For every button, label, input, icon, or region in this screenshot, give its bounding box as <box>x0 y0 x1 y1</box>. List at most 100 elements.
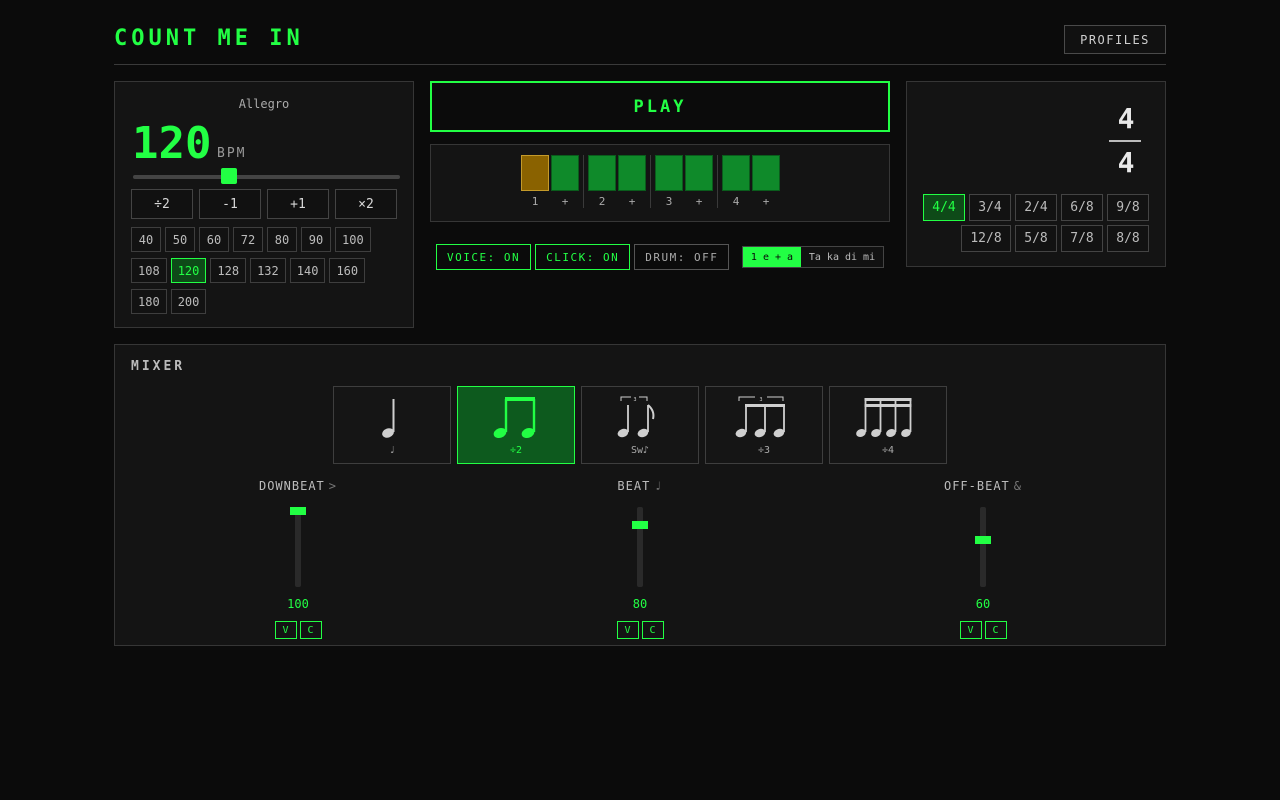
channel-offbeat-label: OFF-BEAT & <box>943 479 1023 493</box>
tempo-preset-100[interactable]: 100 <box>335 227 371 252</box>
subdivision-quarter-label: ♩ <box>388 444 396 456</box>
tempo-slider-thumb[interactable] <box>221 168 238 184</box>
decrement-tempo-button[interactable]: -1 <box>199 189 261 219</box>
syllable-switch: 1 e + a Ta ka di mi <box>742 246 884 268</box>
subdivision-eighth[interactable]: ÷2 <box>457 386 575 464</box>
time-signature-option-7-8[interactable]: 7/8 <box>1061 225 1103 252</box>
tempo-panel: Allegro 120 BPM ÷2 -1 +1 ×2 40 50 60 72 80 90… <box>114 81 414 328</box>
tempo-presets: 40 50 60 72 80 90 100 108 120 128 132 140 160 180 200 <box>131 227 391 314</box>
tempo-preset-108[interactable]: 108 <box>131 258 167 283</box>
subdivision-triplet-label: ÷3 <box>757 444 771 456</box>
ampersand-icon: & <box>1013 479 1023 493</box>
beat-label: 2 <box>598 195 606 208</box>
time-signature-numerator: 4 <box>1117 102 1135 135</box>
time-signature-option-2-4[interactable]: 2/4 <box>1015 194 1057 221</box>
tempo-preset-120[interactable]: 120 <box>170 258 207 283</box>
tempo-name: Allegro <box>238 97 290 111</box>
beat-groups: 1 +2 +3 +4 + <box>517 155 784 208</box>
subdivision-swing-label: Sw♪ <box>630 444 650 456</box>
beat-group-3: 3 + <box>650 155 717 208</box>
channel-beat: BEAT ♩ 80 V C <box>580 479 700 639</box>
time-signature-option-3-4[interactable]: 3/4 <box>969 194 1011 221</box>
beat-label: + <box>561 195 569 208</box>
channel-beat-label: BEAT ♩ <box>617 479 663 493</box>
offbeat-click-button[interactable]: C <box>984 621 1007 639</box>
tempo-preset-72[interactable]: 72 <box>233 227 263 252</box>
subdivision-swing[interactable]: 3 Sw♪ <box>581 386 699 464</box>
voice-toggle[interactable]: VOICE: ON <box>436 244 532 270</box>
subdivision-sixteenth[interactable]: ÷4 <box>829 386 947 464</box>
beat-label: 3 <box>665 195 673 208</box>
mixer-title: MIXER <box>131 359 186 374</box>
tempo-preset-80[interactable]: 80 <box>267 227 297 252</box>
beat-cell[interactable] <box>588 155 616 191</box>
click-toggle[interactable]: CLICK: ON <box>535 244 631 270</box>
time-signature-option-12-8[interactable]: 12/8 <box>961 225 1011 252</box>
beat-voice-button[interactable]: V <box>616 621 639 639</box>
time-signature-option-5-8[interactable]: 5/8 <box>1015 225 1057 252</box>
beat-label: 4 <box>732 195 740 208</box>
tempo-preset-50[interactable]: 50 <box>165 227 195 252</box>
tempo-preset-128[interactable]: 128 <box>210 258 247 283</box>
tempo-slider-track[interactable] <box>133 175 400 179</box>
tempo-preset-132[interactable]: 132 <box>250 258 286 283</box>
beat-cell[interactable] <box>752 155 780 191</box>
downbeat-fader-thumb[interactable] <box>290 507 306 515</box>
beat-cell-current[interactable] <box>521 155 549 191</box>
beat-click-button[interactable]: C <box>641 621 664 639</box>
tempo-preset-160[interactable]: 160 <box>329 258 366 283</box>
subdivision-quarter[interactable]: ♩ <box>333 386 451 464</box>
quarter-note-icon <box>382 398 395 438</box>
downbeat-vc-buttons: V C <box>238 621 358 639</box>
svg-text:3: 3 <box>633 397 636 403</box>
play-button[interactable]: PLAY <box>430 81 890 132</box>
subdivision-triplet[interactable]: 3 ÷3 <box>705 386 823 464</box>
tempo-preset-40[interactable]: 40 <box>131 227 161 252</box>
time-signature-option-9-8[interactable]: 9/8 <box>1107 194 1149 221</box>
downbeat-fader[interactable] <box>290 507 306 587</box>
bpm-value: 120 <box>132 118 212 169</box>
accent-icon: > <box>328 479 338 493</box>
beat-value: 80 <box>632 597 648 611</box>
profiles-button[interactable]: PROFILES <box>1064 25 1166 54</box>
syllable-option-counting[interactable]: 1 e + a <box>743 247 801 267</box>
svg-text:3: 3 <box>759 397 762 403</box>
offbeat-voice-button[interactable]: V <box>959 621 982 639</box>
time-signature-option-8-8[interactable]: 8/8 <box>1107 225 1149 252</box>
time-signature-option-6-8[interactable]: 6/8 <box>1061 194 1103 221</box>
triplet-icon: 3 <box>735 396 785 437</box>
beat-cell[interactable] <box>685 155 713 191</box>
offbeat-fader-thumb[interactable] <box>975 535 991 544</box>
beat-fader-thumb[interactable] <box>632 521 648 530</box>
double-tempo-button[interactable]: ×2 <box>335 189 397 219</box>
time-signature-panel: 4 4 4/4 3/4 2/4 6/8 9/8 12/8 5/8 7/8 8/8 <box>906 81 1166 267</box>
tempo-preset-200[interactable]: 200 <box>170 289 207 314</box>
beat-cell[interactable] <box>722 155 750 191</box>
drum-toggle[interactable]: DRUM: OFF <box>634 244 730 270</box>
beat-fader[interactable] <box>632 507 648 587</box>
quarter-note-small-icon: ♩ <box>654 479 663 493</box>
downbeat-value: 100 <box>287 597 309 611</box>
beat-vc-buttons: V C <box>580 621 700 639</box>
tempo-preset-140[interactable]: 140 <box>289 258 326 283</box>
tempo-preset-60[interactable]: 60 <box>199 227 229 252</box>
increment-tempo-button[interactable]: +1 <box>267 189 329 219</box>
beat-cell[interactable] <box>618 155 646 191</box>
beat-group-4: 4 + <box>717 155 784 208</box>
tempo-preset-180[interactable]: 180 <box>131 289 167 314</box>
beat-cell[interactable] <box>655 155 683 191</box>
syllable-option-konnakol[interactable]: Ta ka di mi <box>801 247 883 267</box>
offbeat-fader[interactable] <box>975 507 991 587</box>
downbeat-voice-button[interactable]: V <box>274 621 297 639</box>
time-signature-option-4-4[interactable]: 4/4 <box>923 194 965 221</box>
eighth-notes-icon <box>493 396 536 438</box>
bpm-unit-label: BPM <box>217 146 247 161</box>
tempo-preset-90[interactable]: 90 <box>301 227 331 252</box>
beat-cell[interactable] <box>551 155 579 191</box>
halve-tempo-button[interactable]: ÷2 <box>131 189 193 219</box>
beat-display: 1 +2 +3 +4 + <box>430 144 890 222</box>
tempo-step-buttons: ÷2 -1 +1 ×2 <box>131 189 397 219</box>
downbeat-click-button[interactable]: C <box>299 621 322 639</box>
subdivision-selector: ♩ ÷2 3 Sw♪ 3 ÷3 ÷4 <box>333 386 947 464</box>
sixteenth-notes-icon <box>856 397 912 437</box>
